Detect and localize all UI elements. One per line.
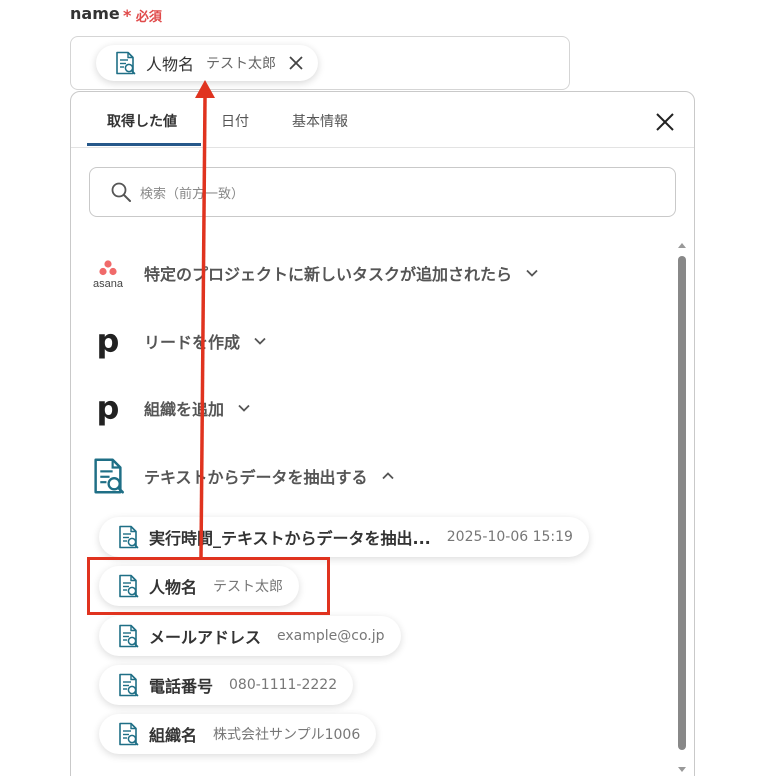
annotation-arrow bbox=[195, 80, 215, 558]
